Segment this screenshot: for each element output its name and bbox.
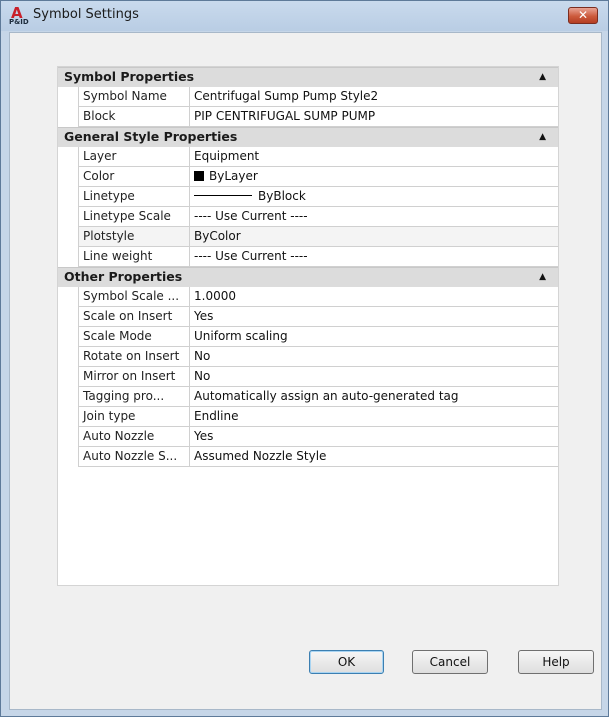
property-value[interactable]: ---- Use Current ---- xyxy=(192,247,560,266)
linetype-preview-icon xyxy=(194,195,252,196)
property-name: Join type xyxy=(78,407,190,426)
property-value[interactable]: ---- Use Current ---- xyxy=(192,207,560,226)
property-value-linetype[interactable]: ByBlock xyxy=(192,187,560,206)
property-row[interactable]: Scale Mode Uniform scaling xyxy=(78,327,558,347)
property-row[interactable]: Color ByLayer xyxy=(78,167,558,187)
property-row[interactable]: Symbol Scale ... 1.0000 xyxy=(78,287,558,307)
section-header-symbol-properties[interactable]: Symbol Properties ▲ xyxy=(58,67,558,87)
property-name: Scale Mode xyxy=(78,327,190,346)
ok-button[interactable]: OK xyxy=(309,650,384,674)
section-title: Symbol Properties xyxy=(64,69,195,84)
property-name: Tagging pro... xyxy=(78,387,190,406)
property-row[interactable]: Tagging pro... Automatically assign an a… xyxy=(78,387,558,407)
window-title: Symbol Settings xyxy=(33,7,139,22)
help-button[interactable]: Help xyxy=(518,650,594,674)
property-name: Rotate on Insert xyxy=(78,347,190,366)
property-name: Block xyxy=(78,107,190,126)
property-name: Linetype Scale xyxy=(78,207,190,226)
property-value[interactable]: Endline xyxy=(192,407,560,426)
property-row[interactable]: Plotstyle ByColor xyxy=(78,227,558,247)
section-header-general-style-properties[interactable]: General Style Properties ▲ xyxy=(58,127,558,147)
collapse-arrow-icon[interactable]: ▲ xyxy=(539,271,546,283)
linetype-value-text: ByBlock xyxy=(258,189,306,203)
property-row[interactable]: Linetype Scale ---- Use Current ---- xyxy=(78,207,558,227)
property-value[interactable]: Automatically assign an auto-generated t… xyxy=(192,387,560,406)
property-value[interactable]: No xyxy=(192,367,560,386)
property-row[interactable]: Symbol Name Centrifugal Sump Pump Style2 xyxy=(78,87,558,107)
property-row[interactable]: Scale on Insert Yes xyxy=(78,307,558,327)
property-value-color[interactable]: ByLayer xyxy=(192,167,560,186)
property-value[interactable]: Assumed Nozzle Style xyxy=(192,447,560,466)
app-icon-sub: P&ID xyxy=(9,18,29,26)
cancel-button[interactable]: Cancel xyxy=(412,650,488,674)
property-row[interactable]: Line weight ---- Use Current ---- xyxy=(78,247,558,267)
symbol-settings-dialog: A P&ID Symbol Settings ✕ Symbol Properti… xyxy=(0,0,609,717)
property-row[interactable]: Auto Nozzle S... Assumed Nozzle Style xyxy=(78,447,558,467)
close-icon: ✕ xyxy=(577,8,589,22)
property-name: Mirror on Insert xyxy=(78,367,190,386)
autocad-pid-app-icon: A P&ID xyxy=(9,4,29,26)
property-row[interactable]: Linetype ByBlock xyxy=(78,187,558,207)
property-name: Color xyxy=(78,167,190,186)
section-header-other-properties[interactable]: Other Properties ▲ xyxy=(58,267,558,287)
property-row[interactable]: Mirror on Insert No xyxy=(78,367,558,387)
property-row[interactable]: Block PIP CENTRIFUGAL SUMP PUMP xyxy=(78,107,558,127)
property-row[interactable]: Join type Endline xyxy=(78,407,558,427)
property-value[interactable]: No xyxy=(192,347,560,366)
close-button[interactable]: ✕ xyxy=(568,7,598,24)
property-name: Auto Nozzle S... xyxy=(78,447,190,466)
property-name: Linetype xyxy=(78,187,190,206)
property-value[interactable]: 1.0000 xyxy=(192,287,560,306)
property-grid: Symbol Properties ▲ Symbol Name Centrifu… xyxy=(57,66,559,586)
property-value[interactable]: Yes xyxy=(192,427,560,446)
collapse-arrow-icon[interactable]: ▲ xyxy=(539,131,546,143)
property-row[interactable]: Layer Equipment xyxy=(78,147,558,167)
property-name: Auto Nozzle xyxy=(78,427,190,446)
property-name: Symbol Name xyxy=(78,87,190,106)
color-value-text: ByLayer xyxy=(209,169,258,183)
property-value[interactable]: Uniform scaling xyxy=(192,327,560,346)
section-title: Other Properties xyxy=(64,269,183,284)
collapse-arrow-icon[interactable]: ▲ xyxy=(539,71,546,83)
dialog-client-area: Symbol Properties ▲ Symbol Name Centrifu… xyxy=(9,32,602,710)
title-bar[interactable]: A P&ID Symbol Settings ✕ xyxy=(1,1,608,31)
property-name: Symbol Scale ... xyxy=(78,287,190,306)
property-value[interactable]: ByColor xyxy=(192,227,560,246)
property-row[interactable]: Auto Nozzle Yes xyxy=(78,427,558,447)
section-title: General Style Properties xyxy=(64,129,238,144)
property-name: Plotstyle xyxy=(78,227,190,246)
property-value[interactable]: PIP CENTRIFUGAL SUMP PUMP xyxy=(192,107,560,126)
property-value[interactable]: Centrifugal Sump Pump Style2 xyxy=(192,87,560,106)
property-name: Scale on Insert xyxy=(78,307,190,326)
property-name: Line weight xyxy=(78,247,190,266)
color-swatch-icon xyxy=(194,171,204,181)
property-name: Layer xyxy=(78,147,190,166)
property-value[interactable]: Equipment xyxy=(192,147,560,166)
property-value[interactable]: Yes xyxy=(192,307,560,326)
property-row[interactable]: Rotate on Insert No xyxy=(78,347,558,367)
